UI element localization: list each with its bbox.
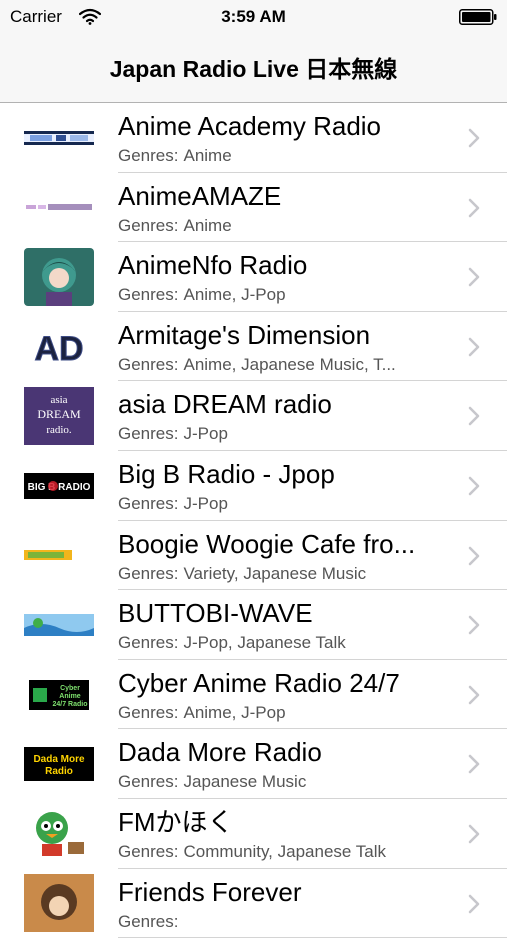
boogie-woogie-logo-icon [24,521,94,591]
genres-label: Genres: [118,493,179,513]
fm-kahoku-logo-icon [24,799,94,869]
status-time: 3:59 AM [221,7,286,26]
station-name: Armitage's Dimension [118,319,371,350]
station-row[interactable]: Cyber Anime 24/7 Radio Cyber Anime Radio… [0,659,507,730]
buttobi-wave-logo-icon [24,590,94,660]
station-row[interactable]: BUTTOBI-WAVE Genres: J-Pop, Japanese Talk [0,590,507,660]
chevron-right-icon [468,824,480,844]
genres-value: Anime [183,146,232,165]
station-genres: Genres: J-Pop [118,423,453,444]
genres-label: Genres: [118,633,179,653]
station-name: asia DREAM radio [118,389,332,420]
genres-value: Anime [183,215,232,235]
station-row[interactable]: Anime Academy Radio Genres: Anime [0,103,507,173]
svg-text:Cyber: Cyber [60,685,80,692]
svg-text:Anime: Anime [59,693,81,700]
genres-value: Community, Japanese Talk [183,841,387,861]
genres-value: J-Pop [183,493,228,513]
station-name: Dada More Radio [118,737,322,768]
chevron-right-icon [468,755,480,774]
svg-text:DREAM: DREAM [37,407,81,421]
chevron-right-icon [468,128,480,148]
chevron-right-icon [468,546,480,565]
chevron-right-icon [468,267,480,287]
station-genres: Genres: J-Pop [118,493,453,514]
station-genres: Genres: Anime [118,145,453,166]
chevron-right-icon [468,685,480,705]
station-name: AnimeAMAZE [118,180,282,211]
station-genres: Genres: J-Pop, Japanese Talk [118,632,453,653]
station-row[interactable]: Boogie Woogie Cafe fro... Genres: Variety… [0,520,507,591]
chevron-right-icon [468,894,480,913]
genres-value: Variety, Japanese Music [183,563,367,583]
station-genres: Genres: Japanese Music [118,771,453,792]
station-genres: Genres: [118,911,453,932]
genres-label: Genres: [118,354,179,374]
station-genres: Genres: Community, Japanese Talk [118,841,453,862]
genres-label: Genres: [118,285,179,305]
svg-text:Radio: Radio [45,766,73,777]
big-b-radio-logo-icon: BIG B RADIO [24,451,94,521]
animenfo-logo-icon [24,242,94,312]
station-genres: Genres: Anime, Japanese Music, T... [118,354,453,375]
genres-label: Genres: [118,702,179,722]
station-row[interactable]: AnimeNfo Radio Genres: Anime, J-Pop [0,242,507,312]
station-name: Anime Academy Radio [118,111,382,141]
station-row[interactable]: FMかほく Genres: Community, Japanese Talk [0,798,507,869]
station-row[interactable]: BIG B RADIO Big B Radio - Jpop Genres: J-… [0,450,507,521]
genres-value: Japanese Music [183,772,307,792]
station-name: AnimeNfo Radio [118,250,308,281]
chevron-right-icon [468,198,480,217]
station-row[interactable]: Dada More Radio Dada More Radio Genres: J… [0,729,507,799]
svg-text:asia: asia [50,394,67,406]
svg-text:Dada More: Dada More [33,754,85,765]
genres-value: J-Pop [183,424,228,444]
station-genres: Genres: Variety, Japanese Music [118,563,453,584]
station-row[interactable]: AnimeAMAZE Genres: Anime [0,172,507,243]
genres-label: Genres: [118,146,179,165]
chevron-right-icon [468,407,480,426]
anime-academy-logo-icon [24,103,94,173]
station-genres: Genres: Anime [118,215,453,236]
genres-label: Genres: [118,911,179,931]
asia-dream-logo-icon: asia DREAM radio. [24,381,94,451]
genres-label: Genres: [118,424,179,444]
svg-text:BIG B RADIO: BIG B RADIO [28,482,91,493]
genres-value: J-Pop, Japanese Talk [183,633,346,653]
genres-label: Genres: [118,563,179,583]
station-genres: Genres: Anime, J-Pop [118,702,453,723]
animeamaze-logo-icon [24,173,94,243]
battery-icon [459,9,497,25]
friends-forever-logo-icon [24,869,94,938]
station-row[interactable]: Friends Forever Genres: [0,868,507,938]
navigation-bar: Japan Radio Live 日本無線 [0,36,507,103]
cyber-anime-logo-icon: Cyber Anime 24/7 Radio [24,660,94,730]
svg-text:AD: AD [34,330,83,367]
chevron-right-icon [468,337,480,357]
svg-text:24/7 Radio: 24/7 Radio [52,701,87,708]
genres-label: Genres: [118,215,179,235]
page-title: Japan Radio Live 日本無線 [109,56,398,82]
armitage-logo-icon: AD [24,312,94,382]
genres-value: Anime, J-Pop [183,702,286,722]
genres-value: Anime, Japanese Music, T... [183,354,396,374]
genres-label: Genres: [118,772,179,792]
station-name: BUTTOBI-WAVE [118,598,313,629]
station-name: Big B Radio - Jpop [118,458,335,489]
station-row[interactable]: asia DREAM radio. asia DREAM radio Genre… [0,381,507,451]
dada-more-logo-icon: Dada More Radio [24,729,94,799]
station-name: FMかほく [118,806,234,837]
station-genres: Genres: Anime, J-Pop [118,284,453,305]
station-name: Cyber Anime Radio 24/7 [118,667,400,698]
chevron-right-icon [468,615,480,635]
station-name: Boogie Woogie Cafe fro... [118,528,416,559]
svg-text:radio.: radio. [46,424,72,436]
genres-value: Anime, J-Pop [183,285,286,305]
genres-label: Genres: [118,841,179,861]
station-list[interactable]: Anime Academy Radio Genres: Anime AnimeAM… [0,103,507,938]
station-row[interactable]: AD Armitage's Dimension Genres: Anime, Ja… [0,311,507,382]
station-name: Friends Forever [118,876,302,907]
chevron-right-icon [468,476,480,496]
status-bar: Carrier 3:59 AM [0,0,507,36]
